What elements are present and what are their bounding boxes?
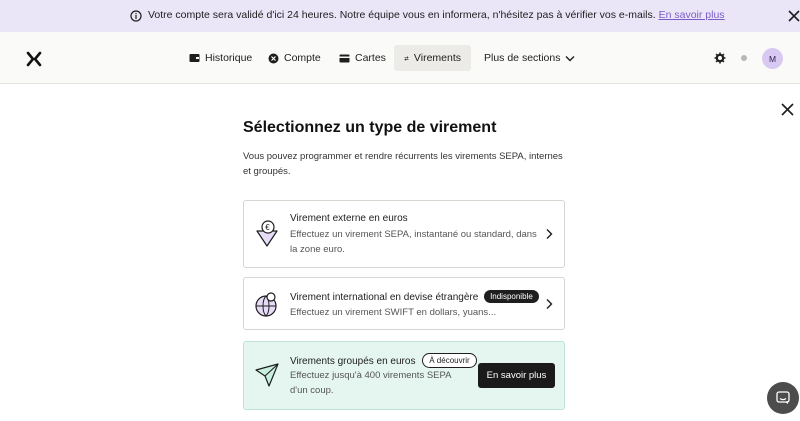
logo-x-icon[interactable] [26, 51, 42, 67]
gear-icon[interactable] [714, 52, 726, 64]
card-title: Virement externe en euros [290, 213, 408, 224]
page-subtitle: Vous pouvez programmer et rendre récurre… [243, 151, 563, 177]
banner-learn-more-link[interactable]: En savoir plus [659, 9, 725, 21]
chat-icon [776, 391, 790, 404]
card-description: Effectuez jusqu'à 400 virements SEPA d'u… [290, 370, 451, 396]
close-icon[interactable] [787, 9, 800, 23]
nav-item-plus-de-sections[interactable]: Plus de sections [474, 45, 585, 71]
svg-text:€: € [265, 223, 270, 232]
notification-banner: Votre compte sera validé d'ici 24 heures… [0, 0, 800, 32]
nav-label: Virements [413, 52, 461, 64]
nav-item-virements[interactable]: Virements [394, 45, 471, 71]
status-dot [741, 55, 747, 61]
wallet-icon [189, 54, 200, 62]
chevron-right-icon [546, 299, 553, 309]
transfer-option-external-euros[interactable]: € Virement externe en euros Effectuez un… [243, 200, 565, 268]
nav-label: Historique [205, 52, 253, 64]
nav-label: Compte [284, 52, 321, 64]
chevron-down-icon [565, 55, 575, 61]
page-title: Sélectionnez un type de virement [243, 119, 497, 136]
transfer-option-international[interactable]: Virement international en devise étrangè… [243, 277, 565, 330]
card-description: Effectuez un virement SEPA, instantané o… [290, 229, 537, 255]
card-title: Virements groupés en euros [290, 356, 416, 367]
card-title-row: Virements groupés en euros À découvrir [290, 353, 477, 368]
nav-item-compte[interactable]: Compte [258, 45, 331, 71]
nav-item-cartes[interactable]: Cartes [329, 45, 396, 71]
avatar[interactable]: M [762, 48, 783, 69]
euro-transfer-illustration-icon: € [256, 220, 278, 247]
globe-transfer-illustration-icon [255, 292, 277, 317]
banner-message-row: Votre compte sera validé d'ici 24 heures… [148, 9, 725, 21]
chevron-right-icon [546, 229, 553, 239]
card-icon [339, 54, 350, 62]
card-description: Effectuez un virement SWIFT en dollars, … [290, 307, 497, 318]
status-badge-unavailable: Indisponible [484, 290, 539, 303]
transfer-icon [404, 55, 409, 61]
nav-label: Cartes [355, 52, 386, 64]
nav-item-historique[interactable]: Historique [179, 45, 262, 71]
status-badge-discover: À découvrir [422, 353, 477, 368]
nav-label: Plus de sections [484, 52, 561, 64]
card-title-row: Virement international en devise étrangè… [290, 290, 539, 303]
learn-more-button[interactable]: En savoir plus [478, 363, 555, 388]
card-title: Virement international en devise étrangè… [290, 292, 479, 303]
chat-launcher-button[interactable] [767, 382, 799, 414]
paper-plane-icon [255, 363, 279, 387]
info-icon [130, 10, 142, 22]
transfer-option-bulk-euros[interactable]: Virements groupés en euros À découvrir E… [243, 341, 565, 410]
banner-message: Votre compte sera validé d'ici 24 heures… [148, 9, 656, 21]
account-icon [268, 53, 279, 63]
close-modal-icon[interactable] [781, 103, 794, 116]
